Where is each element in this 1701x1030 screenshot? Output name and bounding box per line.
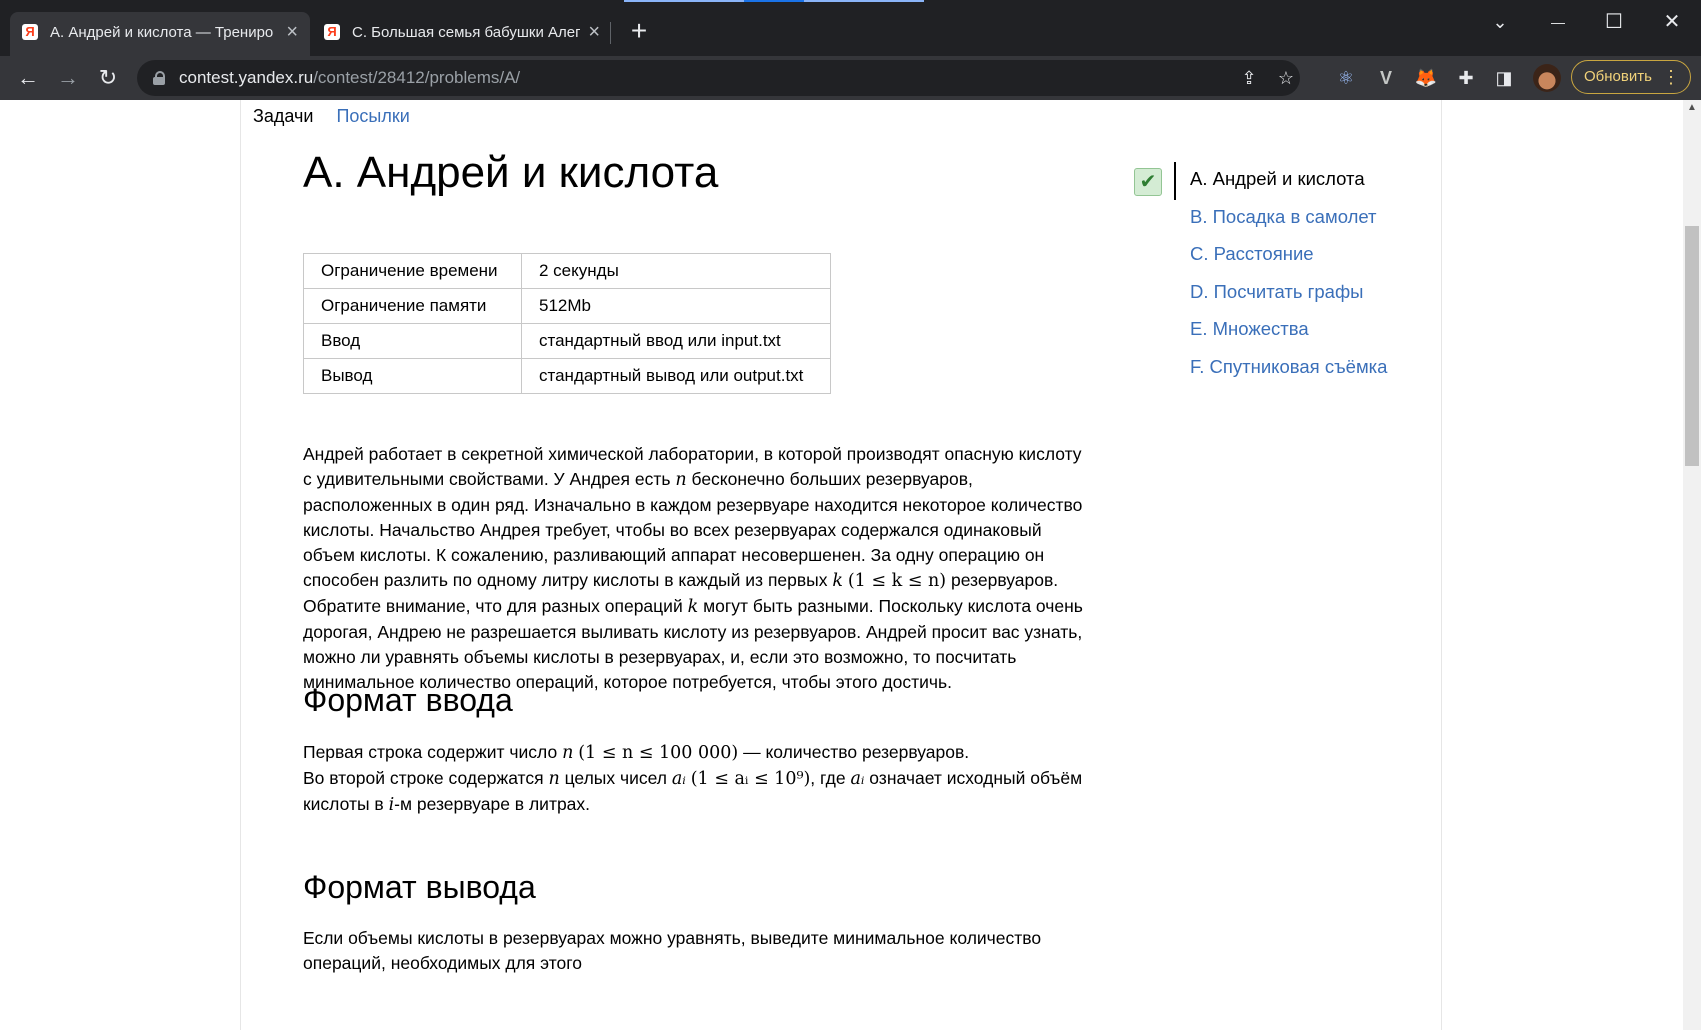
forward-arrow-icon[interactable]: → (52, 62, 84, 94)
format-text: , где (810, 768, 851, 788)
problem-link-a[interactable]: A. Андрей и кислота (1190, 168, 1387, 206)
format-text: -м резервуаре в литрах. (394, 794, 591, 814)
loading-indicator-active (744, 0, 804, 2)
math-range: (1 ≤ n ≤ 100 000) (578, 743, 739, 763)
nav-submissions[interactable]: Посылки (336, 106, 409, 126)
table-row: Вывод стандартный вывод или output.txt (303, 358, 831, 394)
close-window-icon[interactable]: ✕ (1652, 8, 1692, 36)
page-viewport: Задачи Посылки А. Андрей и кислота Огран… (0, 100, 1683, 1030)
loading-indicator (624, 0, 744, 2)
current-problem-marker (1174, 162, 1176, 200)
tab-title: А. Андрей и кислота — Трениро (50, 23, 274, 41)
problem-statement: Андрей работает в секретной химической л… (303, 442, 1093, 695)
tab-inactive[interactable]: Я С. Большая семья бабушки Алег × (312, 12, 612, 52)
new-tab-button[interactable]: + (624, 16, 654, 46)
update-button[interactable]: Обновить ⋮ (1571, 60, 1691, 94)
address-bar[interactable]: contest.yandex.ru /contest/28412/problem… (137, 60, 1300, 96)
extensions-puzzle-icon[interactable]: ✚ (1452, 64, 1480, 92)
share-icon[interactable]: ⇪ (1235, 64, 1263, 92)
tab-search-icon[interactable]: ⌄ (1480, 8, 1520, 36)
side-panel-icon[interactable]: ◨ (1490, 64, 1518, 92)
problem-link-b[interactable]: B. Посадка в самолет (1190, 206, 1387, 244)
limit-label: Ограничение памяти (303, 288, 522, 324)
loading-indicator-tail (804, 0, 924, 2)
metamask-icon[interactable]: 🦊 (1412, 64, 1440, 92)
limit-value: 512Mb (521, 288, 831, 324)
math-var: k (832, 571, 843, 591)
vue-devtools-icon[interactable]: V (1372, 64, 1400, 92)
math-var: k (687, 597, 699, 617)
bookmark-star-icon[interactable]: ☆ (1272, 64, 1300, 92)
contest-nav: Задачи Посылки (253, 106, 428, 127)
math-var: n (562, 743, 574, 763)
scroll-up-arrow-icon[interactable]: ▲ (1683, 102, 1701, 116)
problem-link-d[interactable]: D. Посчитать графы (1190, 281, 1387, 319)
limit-label: Вывод (303, 358, 522, 394)
problem-list: A. Андрей и кислота B. Посадка в самолет… (1190, 168, 1387, 393)
page-scrollbar[interactable]: ▲ (1683, 100, 1701, 1030)
table-row: Ограничение времени 2 секунды (303, 253, 831, 289)
math-var: n (548, 769, 560, 789)
input-format-text: Первая строка содержит число n (1 ≤ n ≤ … (303, 740, 1093, 818)
url-path: /contest/28412/problems/A/ (313, 68, 521, 87)
format-text: — количество резервуаров. (738, 742, 970, 762)
tab-active[interactable]: Я А. Андрей и кислота — Трениро × (10, 12, 310, 62)
format-text: Во второй строке содержатся (303, 768, 549, 788)
math-var: aᵢ (850, 769, 865, 789)
problem-link-f[interactable]: F. Спутниковая съёмка (1190, 356, 1387, 394)
input-format-heading: Формат ввода (303, 682, 513, 718)
tab-separator (610, 22, 611, 44)
lock-icon[interactable] (153, 71, 165, 85)
math-range: (1 ≤ aᵢ ≤ 10⁹) (690, 769, 811, 789)
close-tab-icon[interactable]: × (286, 21, 298, 44)
limit-value: стандартный вывод или output.txt (521, 358, 831, 394)
react-devtools-icon[interactable]: ⚛ (1332, 64, 1360, 92)
format-text: целых чисел (559, 768, 672, 788)
table-row: Ограничение памяти 512Mb (303, 288, 831, 324)
limit-value: стандартный ввод или input.txt (521, 323, 831, 359)
yandex-favicon-icon: Я (324, 24, 340, 40)
limit-value: 2 секунды (521, 253, 831, 289)
maximize-icon[interactable]: ☐ (1594, 8, 1634, 36)
table-row: Ввод стандартный ввод или input.txt (303, 323, 831, 359)
menu-dots-icon[interactable]: ⋮ (1662, 61, 1680, 93)
limit-label: Ограничение времени (303, 253, 522, 289)
content-border-left (240, 100, 241, 1030)
math-var: aᵢ (671, 769, 686, 789)
tab-title: С. Большая семья бабушки Алег (352, 23, 581, 41)
solved-check-icon: ✔ (1134, 168, 1162, 196)
tab-strip: Я А. Андрей и кислота — Трениро × Я С. Б… (0, 0, 1701, 62)
back-arrow-icon[interactable]: ← (12, 62, 44, 94)
reload-icon[interactable]: ↻ (92, 62, 124, 94)
update-button-label: Обновить (1584, 68, 1652, 85)
problem-link-c[interactable]: C. Расстояние (1190, 243, 1387, 281)
problem-title: А. Андрей и кислота (303, 148, 719, 197)
output-format-heading: Формат вывода (303, 869, 536, 905)
browser-toolbar: ← → ↻ contest.yandex.ru /contest/28412/p… (0, 56, 1701, 100)
yandex-favicon-icon: Я (22, 24, 38, 40)
nav-tasks[interactable]: Задачи (253, 106, 313, 126)
content-border-right (1441, 100, 1442, 1030)
url-host: contest.yandex.ru (179, 68, 314, 87)
math-var: n (675, 470, 687, 490)
scrollbar-thumb[interactable] (1685, 226, 1699, 466)
close-tab-icon[interactable]: × (588, 21, 600, 44)
output-format-text: Если объемы кислоты в резервуарах можно … (303, 928, 1042, 973)
limits-table: Ограничение времени 2 секунды Ограничени… (303, 253, 831, 394)
math-range: (1 ≤ k ≤ n) (847, 571, 947, 591)
minimize-icon[interactable]: — (1538, 8, 1578, 36)
limit-label: Ввод (303, 323, 522, 359)
format-text: Первая строка содержит число (303, 742, 563, 762)
problem-link-e[interactable]: E. Множества (1190, 318, 1387, 356)
profile-avatar[interactable] (1533, 64, 1561, 92)
